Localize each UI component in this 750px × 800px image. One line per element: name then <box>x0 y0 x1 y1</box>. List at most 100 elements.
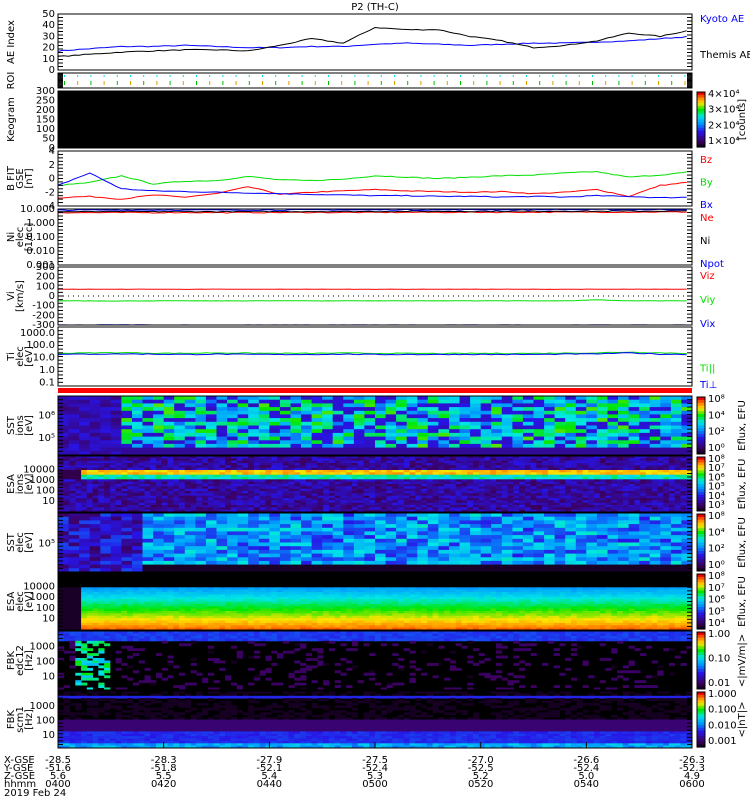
spectrogram-cell <box>501 535 513 540</box>
spectrogram-cell <box>89 520 101 525</box>
spectrogram-cell <box>406 513 418 518</box>
spectrogram-cell <box>571 474 578 478</box>
spectrogram-cell <box>449 432 460 437</box>
spectrogram-cell <box>553 507 560 510</box>
spectrogram-cell <box>328 474 336 478</box>
spectrogram-cell <box>674 505 681 508</box>
spectrogram-cell <box>138 458 145 461</box>
spectrogram-cell <box>332 447 344 452</box>
spectrogram-cell <box>132 465 140 468</box>
spectrogram-cell <box>173 502 180 506</box>
spectrogram-cell <box>351 470 359 473</box>
spectrogram-cell <box>150 458 157 461</box>
spectrogram-cell <box>542 472 549 475</box>
roi-marker <box>407 75 409 77</box>
spectrogram-cell <box>163 557 175 562</box>
colorbar-swatch <box>697 402 705 407</box>
spectrogram-cell <box>258 553 270 558</box>
spectrogram-cell <box>565 491 572 494</box>
spectrogram-cell <box>668 507 676 510</box>
spectrogram-cell <box>386 463 393 466</box>
spectrogram-cell <box>254 477 261 480</box>
spectrogram-cell <box>438 399 450 404</box>
spectrogram-cell <box>153 546 165 551</box>
spectrogram-cell <box>332 538 344 543</box>
spectrogram-cell <box>496 477 503 480</box>
spectrogram-cell <box>496 458 503 461</box>
spectrogram-cell <box>343 553 355 558</box>
spectrogram-cell <box>248 493 255 496</box>
spectrogram-cell <box>522 553 534 558</box>
spectrogram-cell <box>230 474 238 478</box>
spectrogram-cell <box>144 488 151 492</box>
spectrogram-cell <box>533 432 545 437</box>
spectrogram-cell <box>343 399 355 404</box>
spectrogram-cell <box>386 481 393 485</box>
spectrogram-cell <box>473 500 480 503</box>
roi-marker <box>592 75 593 77</box>
spectrogram-cell <box>167 495 174 499</box>
spectrogram-cell <box>680 500 687 503</box>
spectrogram-cell <box>269 527 281 532</box>
legend-label: By <box>700 178 713 189</box>
spectrogram-cell <box>490 493 497 496</box>
spectrogram-cell <box>305 493 312 496</box>
spectrogram-cell <box>554 429 566 434</box>
spectrogram-cell <box>599 498 606 501</box>
spectrogram-cell <box>353 553 365 558</box>
spectrogram-cell <box>353 418 365 423</box>
spectrogram-cell <box>385 429 397 434</box>
spectrogram-cell <box>576 500 583 503</box>
spectrogram-cell <box>248 477 255 480</box>
spectrogram-cell <box>553 505 560 508</box>
spectrogram-cell <box>513 495 520 499</box>
spectrogram-cell <box>334 472 341 475</box>
spectrogram-cell <box>599 463 606 466</box>
spectrogram-cell <box>167 481 174 485</box>
spectrogram-cell <box>385 527 397 532</box>
spectrogram-cell <box>478 505 485 508</box>
spectrogram-cell <box>544 396 556 401</box>
spectrogram-cell <box>501 549 513 554</box>
spectrogram-cell <box>184 477 191 480</box>
spectrogram-cell <box>207 465 215 468</box>
spectrogram-cell <box>69 491 76 494</box>
spectrogram-cell <box>649 443 661 448</box>
spectrogram-cell <box>230 495 238 499</box>
spectrogram-cell <box>674 481 681 485</box>
spectrogram-cell <box>353 440 365 445</box>
spectrogram-cell <box>607 399 619 404</box>
spectrogram-cell <box>375 429 386 434</box>
roi-marker <box>658 75 659 77</box>
spectrogram-cell <box>392 463 399 466</box>
spectrogram-cell <box>618 399 629 404</box>
spectrogram-cell <box>594 484 601 487</box>
spectrogram-cell <box>375 443 386 448</box>
spectrogram-cell <box>236 507 243 510</box>
spectrogram-cell <box>554 447 566 452</box>
spectrogram-cell <box>69 465 76 468</box>
spectrogram-cell <box>100 429 112 434</box>
spectrogram-cell <box>628 477 635 480</box>
spectrogram-cell <box>554 440 566 445</box>
spectrogram-cell <box>219 486 226 489</box>
spectrogram-cell <box>668 477 676 480</box>
spectrogram-cell <box>202 491 209 494</box>
spectrogram-cell <box>427 399 439 404</box>
spectrogram-cell <box>92 484 99 487</box>
spectrogram-cell <box>357 491 364 494</box>
spectrogram-cell <box>196 472 203 475</box>
spectrogram-cell <box>524 495 532 499</box>
spectrogram-cell <box>496 498 503 501</box>
spectrogram-cell <box>86 472 93 475</box>
spectrogram-cell <box>470 432 482 437</box>
spectrogram-cell <box>427 527 439 532</box>
spectrogram-cell <box>444 493 451 496</box>
spectrogram-cell <box>81 460 88 464</box>
roi-marker <box>460 81 461 85</box>
spectrogram-cell <box>639 414 651 419</box>
spectrogram-cell <box>179 507 186 510</box>
spectrogram-cell <box>449 443 460 448</box>
spectrogram-cell <box>161 493 168 496</box>
spectrogram-cell <box>179 493 186 496</box>
